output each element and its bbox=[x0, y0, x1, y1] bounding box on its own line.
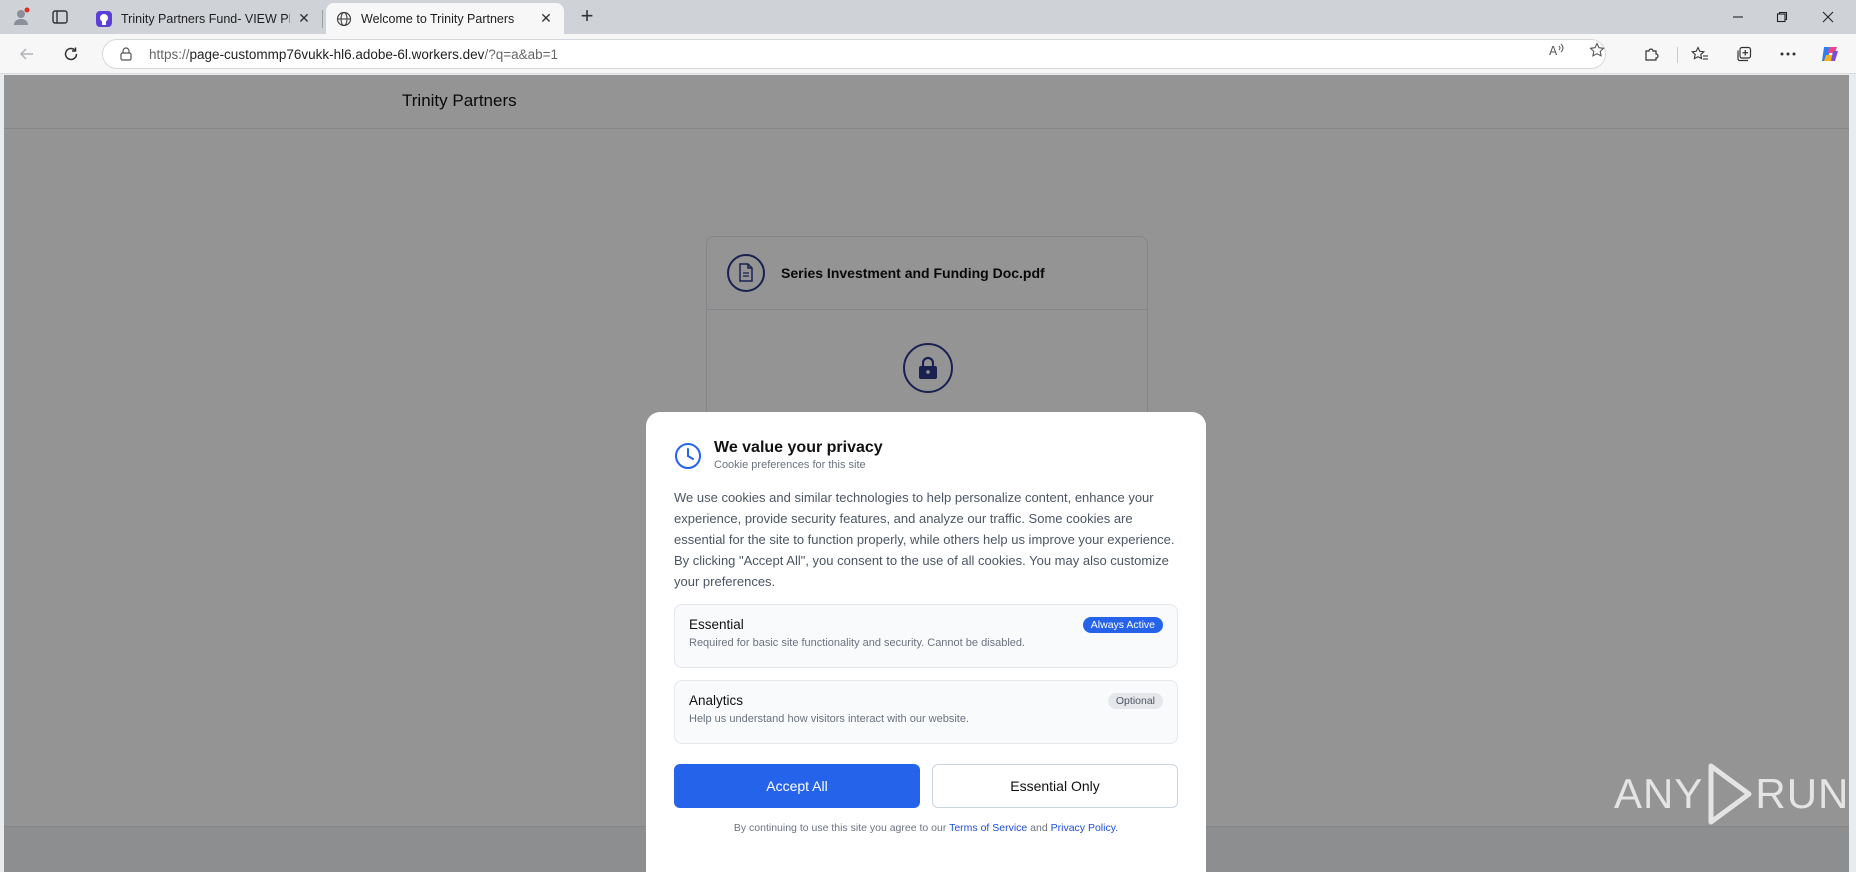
tab-divider bbox=[322, 10, 323, 28]
modal-body-text: We use cookies and similar technologies … bbox=[674, 490, 1175, 589]
category-title: Analytics bbox=[689, 693, 744, 708]
puzzle-icon[interactable] bbox=[1639, 42, 1663, 66]
trinity-favicon-icon bbox=[96, 10, 112, 27]
toolbar-divider bbox=[1677, 47, 1678, 63]
close-window-button[interactable] bbox=[1808, 4, 1848, 30]
page-viewport: Trinity Partners Series Investment and F… bbox=[4, 75, 1849, 872]
close-tab-icon[interactable]: ✕ bbox=[538, 10, 554, 27]
address-bar[interactable]: https://page-custommp76vukk-hl6.adobe-6l… bbox=[102, 39, 1606, 69]
new-tab-button[interactable]: + bbox=[576, 5, 598, 28]
privacy-policy-link[interactable]: Privacy Policy. bbox=[1051, 822, 1119, 834]
tab-title: Trinity Partners Fund- VIEW PRESE bbox=[121, 11, 290, 26]
tab-title: Welcome to Trinity Partners bbox=[361, 11, 515, 26]
browser-tab-strip: Trinity Partners Fund- VIEW PRESE ✕ Welc… bbox=[0, 0, 1856, 34]
profile-icon[interactable] bbox=[8, 5, 34, 29]
modal-footer-text: By continuing to use this site you agree… bbox=[733, 822, 1119, 834]
svg-text:A: A bbox=[1549, 44, 1558, 57]
back-arrow-icon[interactable] bbox=[14, 42, 40, 66]
close-tab-icon[interactable]: ✕ bbox=[296, 10, 312, 27]
favorites-icon[interactable] bbox=[1688, 42, 1712, 66]
accept-all-button[interactable]: Accept All bbox=[674, 764, 920, 808]
read-aloud-icon[interactable]: A bbox=[1546, 40, 1568, 60]
globe-icon bbox=[336, 11, 352, 27]
copilot-icon[interactable] bbox=[1818, 42, 1842, 66]
refresh-icon[interactable] bbox=[58, 42, 84, 66]
tab-welcome-trinity[interactable]: Welcome to Trinity Partners ✕ bbox=[326, 3, 564, 34]
category-description: Required for basic site functionality an… bbox=[689, 637, 1026, 649]
restore-button[interactable] bbox=[1762, 4, 1802, 30]
modal-title: We value your privacy bbox=[714, 439, 883, 456]
cookie-consent-modal: We value your privacy Cookie preferences… bbox=[646, 412, 1206, 872]
optional-badge[interactable]: Optional bbox=[1107, 693, 1163, 709]
site-info-icon[interactable] bbox=[117, 47, 135, 61]
always-active-badge: Always Active bbox=[1082, 617, 1163, 633]
star-icon[interactable] bbox=[1586, 40, 1608, 60]
tab-trinity-fund[interactable]: Trinity Partners Fund- VIEW PRESE ✕ bbox=[86, 3, 322, 34]
modal-subtitle: Cookie preferences for this site bbox=[714, 459, 866, 471]
essential-only-button[interactable]: Essential Only bbox=[932, 764, 1178, 808]
cookie-category-essential: Essential Required for basic site functi… bbox=[674, 604, 1178, 668]
play-logo-icon bbox=[1708, 763, 1752, 825]
collections-icon[interactable] bbox=[1732, 42, 1756, 66]
tab-actions-icon[interactable] bbox=[47, 5, 73, 29]
minimize-button[interactable] bbox=[1718, 4, 1758, 30]
cookie-category-analytics[interactable]: Analytics Help us understand how visitor… bbox=[674, 680, 1178, 744]
category-description: Help us understand how visitors interact… bbox=[689, 713, 970, 725]
anyrun-watermark: ANY RUN bbox=[1614, 762, 1849, 826]
clock-icon bbox=[675, 443, 701, 469]
terms-of-service-link[interactable]: Terms of Service bbox=[949, 822, 1027, 834]
more-dots-icon[interactable] bbox=[1776, 42, 1800, 66]
button-row: Accept All Essential Only bbox=[674, 764, 1178, 808]
modal-header: We value your privacy Cookie preferences… bbox=[674, 438, 1178, 471]
url-text: https://page-custommp76vukk-hl6.adobe-6l… bbox=[149, 46, 559, 62]
address-toolbar: https://page-custommp76vukk-hl6.adobe-6l… bbox=[0, 34, 1856, 74]
